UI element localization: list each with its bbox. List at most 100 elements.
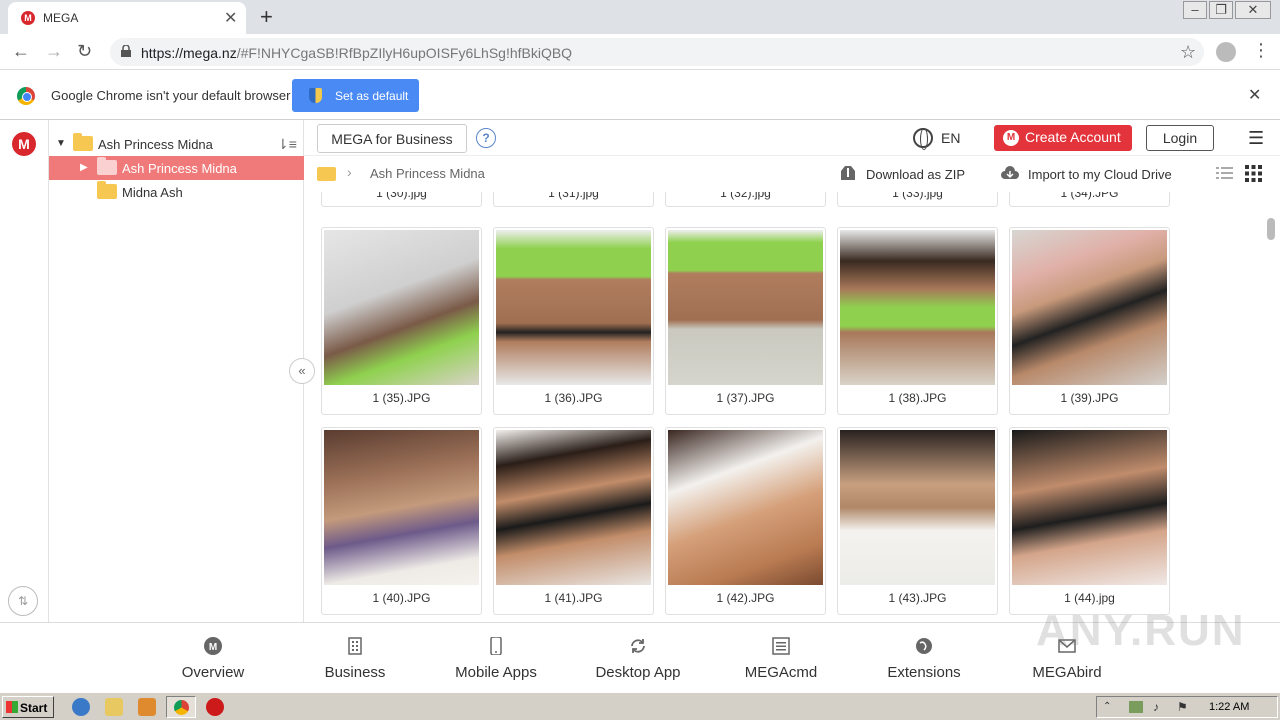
url-host: https://mega.nz bbox=[141, 45, 237, 61]
file-explorer-icon[interactable] bbox=[105, 698, 123, 716]
image-thumbnail bbox=[668, 430, 823, 585]
breadcrumb-folder-name[interactable]: Ash Princess Midna bbox=[370, 166, 485, 181]
tree-root-folder[interactable]: ▼ Ash Princess Midna bbox=[49, 132, 304, 156]
file-name: 1 (35).JPG bbox=[372, 391, 431, 405]
footer-item-business[interactable]: Business bbox=[295, 623, 415, 693]
chevron-right-icon: › bbox=[347, 164, 352, 180]
file-tile[interactable]: 1 (35).JPG bbox=[321, 227, 482, 415]
file-tile[interactable]: 1 (36).JPG bbox=[493, 227, 654, 415]
sync-icon bbox=[631, 639, 645, 653]
start-button[interactable]: Start bbox=[2, 696, 54, 718]
footer-label: Desktop App bbox=[595, 664, 681, 681]
create-account-button[interactable]: M Create Account bbox=[994, 125, 1132, 151]
tab-close-icon[interactable]: ✕ bbox=[224, 8, 237, 28]
phone-icon bbox=[490, 637, 502, 655]
expand-arrow-icon[interactable]: ▼ bbox=[56, 138, 66, 149]
tree-item-ash-princess-midna[interactable]: ▶ Ash Princess Midna bbox=[49, 156, 304, 180]
footer-label: MEGAbird bbox=[1032, 664, 1102, 681]
cloud-import-icon[interactable] bbox=[1000, 165, 1020, 181]
new-tab-icon[interactable]: + bbox=[260, 4, 273, 30]
chrome-logo-icon bbox=[174, 700, 189, 715]
internet-explorer-icon[interactable] bbox=[72, 698, 90, 716]
list-view-icon[interactable] bbox=[1216, 166, 1233, 181]
minimize-window-icon[interactable]: – bbox=[1183, 1, 1207, 19]
tree-item-midna-ash[interactable]: Midna Ash bbox=[49, 180, 304, 204]
tray-expand-icon[interactable]: ⌃ bbox=[1103, 701, 1111, 712]
language-label[interactable]: EN bbox=[941, 130, 960, 146]
chrome-taskbar-button[interactable] bbox=[166, 696, 196, 718]
svg-text:M: M bbox=[209, 642, 217, 653]
mega-topbar: MEGA for Business ? EN M Create Account … bbox=[304, 120, 1280, 156]
help-icon[interactable]: ? bbox=[476, 128, 496, 148]
forward-icon[interactable]: → bbox=[45, 41, 63, 62]
file-name: 1 (30).jpg bbox=[376, 192, 427, 200]
file-name: 1 (43).JPG bbox=[888, 591, 947, 605]
file-tile[interactable]: 1 (43).JPG bbox=[837, 427, 998, 615]
footer-label: Overview bbox=[181, 664, 245, 681]
browser-menu-icon[interactable]: ⋮ bbox=[1252, 40, 1270, 61]
browser-tab[interactable]: M MEGA ✕ bbox=[8, 2, 246, 34]
grid-view-icon[interactable] bbox=[1245, 165, 1262, 182]
footer-item-extensions[interactable]: Extensions bbox=[864, 623, 984, 693]
language-globe-icon[interactable] bbox=[913, 128, 933, 150]
login-button[interactable]: Login bbox=[1146, 125, 1214, 151]
file-name: 1 (41).JPG bbox=[544, 591, 603, 605]
footer-item-overview[interactable]: M Overview bbox=[153, 623, 273, 693]
back-icon[interactable]: ← bbox=[12, 41, 30, 62]
collapse-arrow-icon[interactable]: ▶ bbox=[80, 162, 88, 173]
sort-icon[interactable]: ⇂≡ bbox=[277, 136, 297, 153]
taskbar-clock[interactable]: 1:22 AM bbox=[1209, 701, 1249, 713]
download-as-zip-button[interactable]: Download as ZIP bbox=[866, 167, 965, 182]
grid-scrollbar[interactable] bbox=[1267, 218, 1275, 240]
tree-item-label: Ash Princess Midna bbox=[122, 161, 237, 176]
tab-title: MEGA bbox=[43, 11, 79, 25]
address-bar[interactable]: https://mega.nz/#F!NHYCgaSB!RfBpZIlyH6up… bbox=[110, 38, 1204, 66]
hamburger-menu-icon[interactable]: ☰ bbox=[1248, 128, 1264, 149]
close-window-icon[interactable]: ✕ bbox=[1235, 1, 1271, 19]
windows-taskbar: Start ⌃ ♪ ⚑ 1:22 AM bbox=[0, 692, 1280, 720]
file-tile[interactable]: 1 (31).jpg bbox=[493, 192, 654, 207]
image-thumbnail bbox=[1012, 430, 1167, 585]
profile-avatar-icon[interactable] bbox=[1216, 42, 1236, 62]
media-player-icon[interactable] bbox=[138, 698, 156, 716]
file-tile[interactable]: 1 (42).JPG bbox=[665, 427, 826, 615]
mega-for-business-button[interactable]: MEGA for Business bbox=[317, 124, 467, 153]
windows-logo-icon bbox=[6, 701, 18, 713]
footer-item-mobile-apps[interactable]: Mobile Apps bbox=[436, 623, 556, 693]
action-center-flag-icon[interactable]: ⚑ bbox=[1177, 700, 1188, 714]
set-as-default-button[interactable]: Set as default bbox=[292, 79, 419, 112]
opera-icon[interactable] bbox=[206, 698, 224, 716]
file-tile[interactable]: 1 (33).jpg bbox=[837, 192, 998, 207]
file-tile[interactable]: 1 (44).jpg bbox=[1009, 427, 1170, 615]
footer-item-desktop-app[interactable]: Desktop App bbox=[578, 623, 698, 693]
file-tile[interactable]: 1 (41).JPG bbox=[493, 427, 654, 615]
file-name: 1 (40).JPG bbox=[372, 591, 431, 605]
folder-tree: ▼ Ash Princess Midna ⇂≡ ▶ Ash Princess M… bbox=[49, 120, 304, 622]
restore-window-icon[interactable]: ❐ bbox=[1209, 1, 1233, 19]
file-tile[interactable]: 1 (30).jpg bbox=[321, 192, 482, 207]
footer-label: Extensions bbox=[887, 664, 961, 681]
download-zip-icon[interactable] bbox=[838, 165, 858, 181]
file-tile[interactable]: 1 (37).JPG bbox=[665, 227, 826, 415]
url-text: https://mega.nz/#F!NHYCgaSB!RfBpZIlyH6up… bbox=[141, 45, 572, 61]
url-path: /#F!NHYCgaSB!RfBpZIlyH6upOISFy6LhSg!hfBk… bbox=[236, 45, 573, 61]
folder-icon bbox=[97, 181, 117, 199]
file-tile[interactable]: 1 (38).JPG bbox=[837, 227, 998, 415]
reload-icon[interactable]: ↻ bbox=[77, 41, 92, 62]
import-to-cloud-drive-button[interactable]: Import to my Cloud Drive bbox=[1028, 167, 1172, 182]
volume-icon[interactable]: ♪ bbox=[1153, 700, 1159, 714]
transfers-icon[interactable]: ⇅ bbox=[8, 586, 38, 616]
folder-icon[interactable] bbox=[317, 167, 336, 181]
bookmark-star-icon[interactable]: ☆ bbox=[1180, 42, 1196, 63]
file-tile[interactable]: 1 (39).JPG bbox=[1009, 227, 1170, 415]
image-thumbnail bbox=[496, 230, 651, 385]
file-tile[interactable]: 1 (34).JPG bbox=[1009, 192, 1170, 207]
mega-logo-icon[interactable]: M bbox=[12, 132, 36, 156]
network-icon[interactable] bbox=[1129, 701, 1143, 713]
file-tile[interactable]: 1 (32).jpg bbox=[665, 192, 826, 207]
footer-item-megacmd[interactable]: MEGAcmd bbox=[721, 623, 841, 693]
collapse-panel-icon[interactable]: « bbox=[289, 358, 315, 384]
infobar-close-icon[interactable]: ✕ bbox=[1248, 85, 1261, 105]
file-tile[interactable]: 1 (40).JPG bbox=[321, 427, 482, 615]
anyrun-watermark: ANY.RUN bbox=[1036, 606, 1246, 655]
